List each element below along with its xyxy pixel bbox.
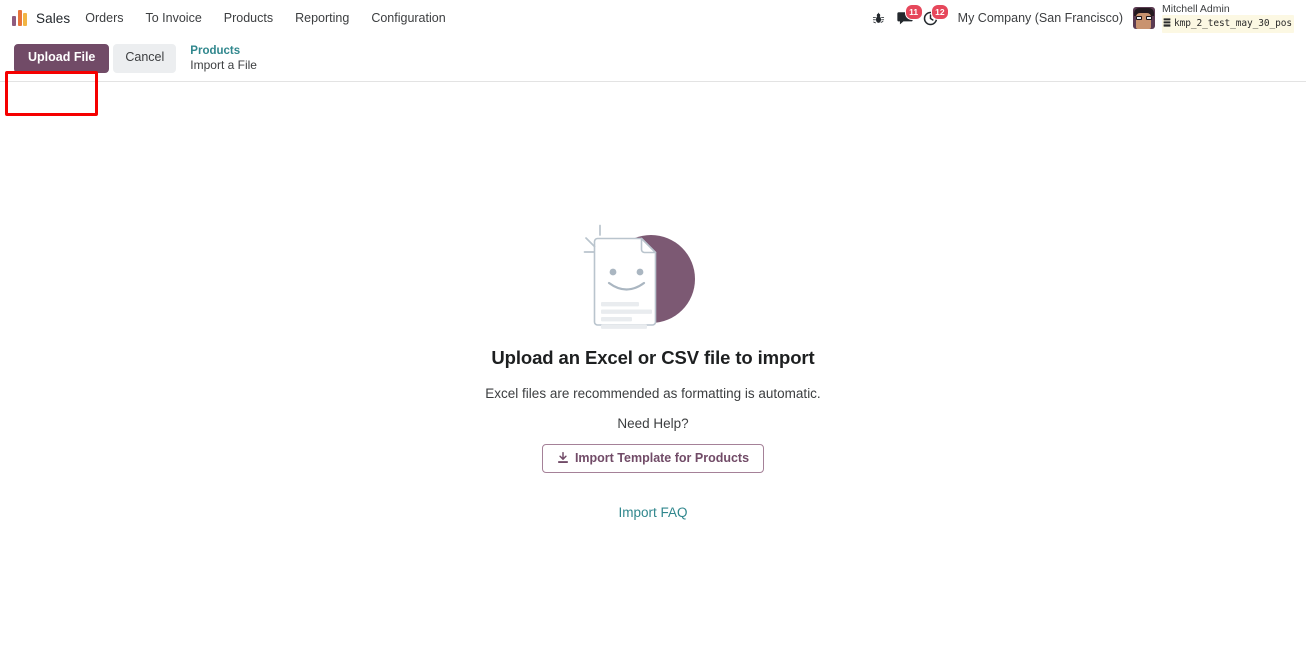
- need-help-label: Need Help?: [617, 416, 689, 431]
- nav-item-configuration[interactable]: Configuration: [360, 0, 456, 36]
- nav-item-to-invoice[interactable]: To Invoice: [134, 0, 212, 36]
- brand-label: Sales: [36, 10, 71, 26]
- user-menu[interactable]: Mitchell Admin kmp_2_test_may_30_pos: [1132, 2, 1298, 34]
- control-panel-buttons: Upload File Cancel: [14, 44, 177, 73]
- smiling-document-upload-illustration: [563, 213, 743, 333]
- nav-item-products[interactable]: Products: [213, 0, 284, 36]
- download-icon: [557, 451, 569, 464]
- database-indicator: kmp_2_test_may_30_pos: [1161, 14, 1294, 34]
- activities-clock-icon[interactable]: 12: [918, 0, 950, 36]
- nav-item-orders[interactable]: Orders: [74, 0, 134, 36]
- breadcrumb-current: Import a File: [190, 58, 257, 73]
- avatar: [1132, 6, 1155, 29]
- nav-item-reporting[interactable]: Reporting: [284, 0, 360, 36]
- database-name: kmp_2_test_may_30_pos: [1173, 17, 1292, 29]
- import-empty-state: Upload an Excel or CSV file to import Ex…: [0, 82, 1306, 660]
- user-name: Mitchell Admin: [1161, 2, 1230, 15]
- app-brand-sales[interactable]: Sales: [10, 0, 74, 36]
- messages-icon[interactable]: 11: [892, 0, 923, 36]
- navbar-menu: Orders To Invoice Products Reporting Con…: [74, 0, 456, 36]
- cancel-button[interactable]: Cancel: [113, 44, 177, 73]
- breadcrumb-products-link[interactable]: Products: [190, 44, 257, 58]
- top-navbar: Sales Orders To Invoice Products Reporti…: [0, 0, 1306, 36]
- company-switcher[interactable]: My Company (San Francisco): [944, 11, 1133, 25]
- navbar-right-tools: 11 12 My Company (San Francisco) Mitchel…: [866, 0, 1298, 36]
- page-title: Upload an Excel or CSV file to import: [491, 347, 815, 368]
- activities-badge: 12: [930, 4, 950, 20]
- import-faq-link[interactable]: Import FAQ: [618, 505, 687, 520]
- database-icon: [1163, 15, 1171, 33]
- subtitle-text: Excel files are recommended as formattin…: [485, 386, 821, 401]
- upload-file-button[interactable]: Upload File: [14, 44, 110, 73]
- breadcrumb: Products Import a File: [190, 44, 257, 73]
- odoo-bars-logo-icon: [12, 10, 27, 26]
- bug-icon[interactable]: [866, 0, 892, 36]
- import-template-button[interactable]: Import Template for Products: [541, 444, 765, 473]
- import-template-label: Import Template for Products: [574, 451, 750, 465]
- control-panel: Upload File Cancel Products Import a Fil…: [0, 36, 1306, 116]
